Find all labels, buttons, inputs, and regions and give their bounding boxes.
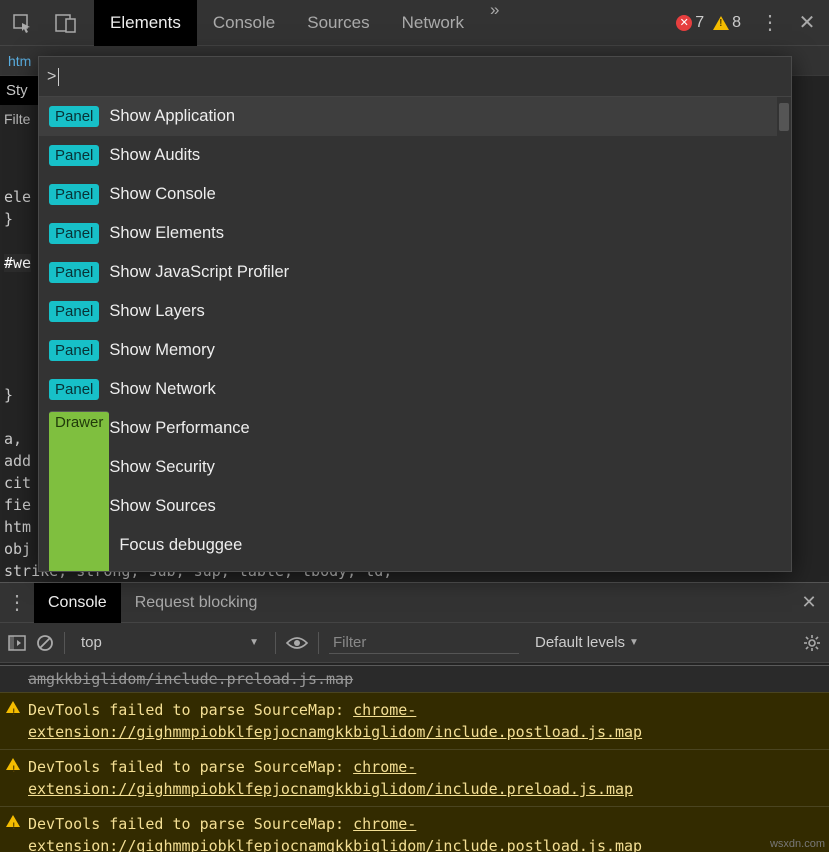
device-toolbar-icon[interactable] bbox=[44, 0, 88, 46]
warning-icon bbox=[6, 701, 20, 713]
console-warning-message[interactable]: DevTools failed to parse SourceMap: chro… bbox=[0, 692, 829, 749]
panel-tabs: Elements Console Sources Network » bbox=[94, 0, 509, 46]
message-text: DevTools failed to parse SourceMap: bbox=[28, 815, 353, 833]
palette-item[interactable]: Panel Show Layers bbox=[39, 292, 777, 331]
message-text: DevTools failed to parse SourceMap: bbox=[28, 701, 353, 719]
palette-item-label: Show Layers bbox=[109, 302, 204, 321]
dropdown-triangle-icon: ▼ bbox=[629, 637, 639, 648]
drawer-tabs: ⋮ Console Request blocking ✕ bbox=[0, 583, 829, 623]
close-devtools-icon[interactable]: ✕ bbox=[785, 10, 829, 35]
warning-icon bbox=[713, 16, 729, 30]
palette-item-label: Show Memory bbox=[109, 341, 214, 360]
palette-item[interactable]: PanelShow Sources bbox=[39, 487, 777, 526]
main-menu-icon[interactable]: ⋮ bbox=[755, 10, 785, 35]
tab-elements[interactable]: Elements bbox=[94, 0, 197, 46]
palette-item-label: Show Console bbox=[109, 185, 215, 204]
drawer-menu-icon[interactable]: ⋮ bbox=[0, 590, 34, 615]
palette-item-tag: Panel bbox=[49, 184, 99, 205]
devtools-main-toolbar: Elements Console Sources Network » ✕ 7 8… bbox=[0, 0, 829, 46]
command-palette-input[interactable]: > bbox=[39, 57, 791, 97]
drawer-tab-console[interactable]: Console bbox=[34, 583, 121, 623]
palette-item-tag: Panel bbox=[49, 262, 99, 283]
inspect-element-icon[interactable] bbox=[0, 0, 44, 46]
palette-item-label: Show Elements bbox=[109, 224, 224, 243]
warning-icon bbox=[6, 758, 20, 770]
execution-context-select[interactable]: top ▼ bbox=[75, 632, 265, 653]
warning-count: 8 bbox=[732, 14, 741, 32]
console-messages: amgkkbiglidom/include.preload.js.map Dev… bbox=[0, 663, 829, 852]
palette-prefix: > bbox=[47, 68, 56, 86]
palette-item[interactable]: PanelShow Performance bbox=[39, 409, 777, 448]
message-text: DevTools failed to parse SourceMap: bbox=[28, 758, 353, 776]
palette-item[interactable]: Panel Show Audits bbox=[39, 136, 777, 175]
context-label: top bbox=[81, 634, 102, 651]
palette-item-label: Show Security bbox=[109, 458, 214, 477]
palette-item-tag: Panel bbox=[49, 340, 99, 361]
palette-item-tag: Panel bbox=[49, 223, 99, 244]
tab-console[interactable]: Console bbox=[197, 0, 291, 46]
error-icon: ✕ bbox=[676, 15, 692, 31]
palette-item[interactable]: Panel Show Elements bbox=[39, 214, 777, 253]
console-drawer: ⋮ Console Request blocking ✕ top ▼ Filte… bbox=[0, 582, 829, 852]
console-warning-message[interactable]: DevTools failed to parse SourceMap: chro… bbox=[0, 749, 829, 806]
palette-item-label: Show Sources bbox=[109, 497, 215, 516]
source-watermark: wsxdn.com bbox=[770, 838, 825, 850]
palette-item-tag: Panel bbox=[49, 145, 99, 166]
palette-item-label: Focus debuggee bbox=[119, 536, 242, 555]
error-count: 7 bbox=[695, 14, 704, 32]
scrollbar-thumb[interactable] bbox=[779, 103, 789, 131]
palette-item[interactable]: Panel Show Console bbox=[39, 175, 777, 214]
live-expression-icon[interactable] bbox=[286, 636, 308, 650]
palette-item-label: Show Performance bbox=[109, 419, 249, 438]
log-levels-select[interactable]: Default levels ▼ bbox=[535, 634, 639, 651]
levels-label: Default levels bbox=[535, 634, 625, 651]
text-caret bbox=[58, 68, 59, 86]
palette-item-label: Show JavaScript Profiler bbox=[109, 263, 289, 282]
styles-filter[interactable]: Filte bbox=[0, 105, 38, 133]
console-settings-icon[interactable] bbox=[803, 634, 821, 652]
tabs-overflow-icon[interactable]: » bbox=[480, 0, 509, 46]
palette-item-tag: Panel bbox=[49, 379, 99, 400]
palette-item-tag: Panel bbox=[49, 106, 99, 127]
styles-sidebar-tab[interactable]: Sty bbox=[0, 76, 38, 105]
palette-scrollbar[interactable] bbox=[777, 97, 791, 571]
console-toolbar: top ▼ Filter Default levels ▼ bbox=[0, 623, 829, 663]
console-sidebar-toggle-icon[interactable] bbox=[8, 635, 26, 651]
console-filter-input[interactable]: Filter bbox=[329, 632, 519, 654]
message-link: amgkkbiglidom/include.preload.js.map bbox=[28, 670, 353, 688]
palette-item-tag: Drawer bbox=[49, 411, 109, 572]
elements-panel: htm Sty Filte ele } #we f c w p m } a, a… bbox=[0, 46, 829, 582]
dropdown-triangle-icon: ▼ bbox=[249, 637, 259, 648]
console-warning-message[interactable]: DevTools failed to parse SourceMap: chro… bbox=[0, 806, 829, 852]
palette-item[interactable]: Panel Show Application bbox=[39, 97, 777, 136]
palette-item[interactable]: DrawerFocus debuggee bbox=[39, 526, 777, 565]
status-badges[interactable]: ✕ 7 8 bbox=[676, 0, 747, 46]
tab-network[interactable]: Network bbox=[386, 0, 480, 46]
clear-console-icon[interactable] bbox=[36, 634, 54, 652]
console-message[interactable]: amgkkbiglidom/include.preload.js.map bbox=[0, 665, 829, 692]
drawer-tab-request-blocking[interactable]: Request blocking bbox=[121, 583, 272, 623]
command-palette-list: PanelShow ApplicationPanelShow AuditsPan… bbox=[39, 97, 777, 571]
warning-icon bbox=[6, 815, 20, 827]
palette-item-label: Show Application bbox=[109, 107, 235, 126]
palette-item-label: Show Audits bbox=[109, 146, 200, 165]
palette-item[interactable]: PanelShow Security bbox=[39, 448, 777, 487]
drawer-close-icon[interactable]: ✕ bbox=[789, 592, 829, 613]
command-palette: > PanelShow ApplicationPanelShow AuditsP… bbox=[38, 56, 792, 572]
palette-item[interactable]: Panel Show Memory bbox=[39, 331, 777, 370]
palette-item-label: Show Network bbox=[109, 380, 215, 399]
palette-item-tag: Panel bbox=[49, 301, 99, 322]
palette-item[interactable]: Panel Show Network bbox=[39, 370, 777, 409]
tab-sources[interactable]: Sources bbox=[291, 0, 385, 46]
palette-item[interactable]: Panel Show JavaScript Profiler bbox=[39, 253, 777, 292]
